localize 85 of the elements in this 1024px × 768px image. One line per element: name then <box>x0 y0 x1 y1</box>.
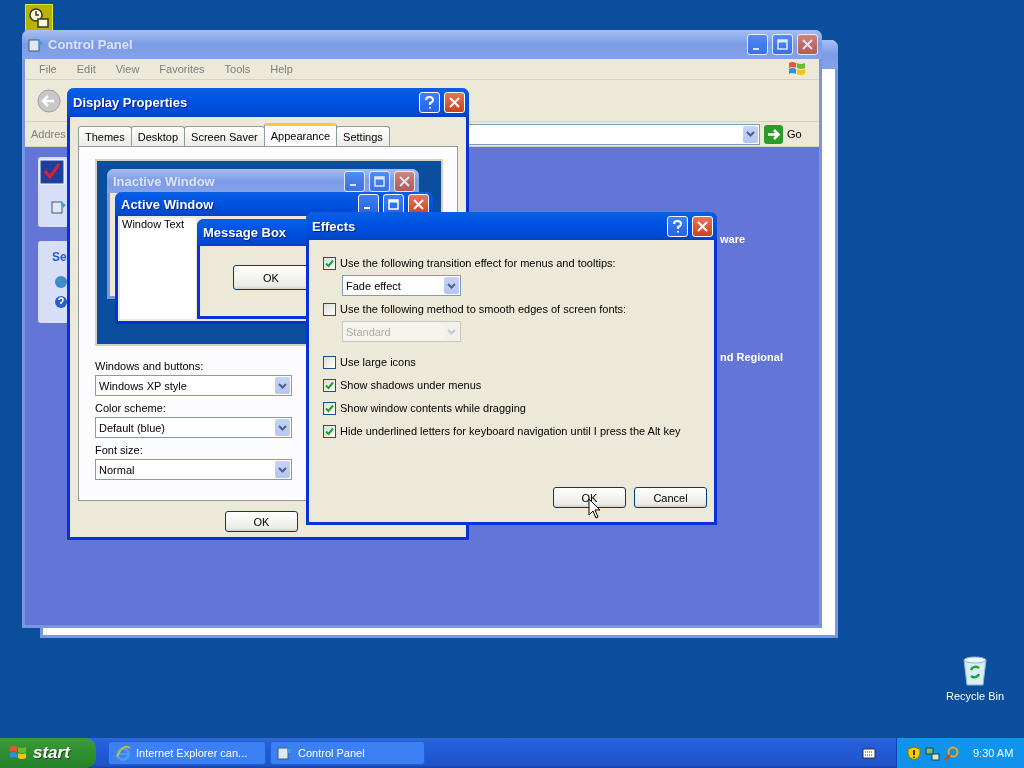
tab[interactable]: Appearance <box>263 123 338 146</box>
minimize-button[interactable] <box>344 170 365 192</box>
checkbox[interactable] <box>323 401 336 415</box>
windows-logo-icon <box>787 60 807 78</box>
keyboard-icon[interactable] <box>862 747 876 759</box>
ok-button[interactable]: OK <box>233 265 309 290</box>
checklist-icon <box>39 157 67 187</box>
sidebar-heading: Se <box>52 250 67 264</box>
control-panel-icon <box>51 199 67 215</box>
window-title: Message Box <box>203 225 287 240</box>
tab[interactable]: Screen Saver <box>184 126 265 146</box>
clock: 9:30 AM <box>973 747 1014 759</box>
cancel-button[interactable]: Cancel <box>634 487 707 508</box>
minimize-icon <box>349 184 356 186</box>
help-icon <box>54 295 68 309</box>
field-label: Font size: <box>95 444 143 456</box>
close-icon <box>697 220 708 232</box>
field-label: Windows and buttons: <box>95 360 204 372</box>
window-title: Display Properties <box>73 95 188 110</box>
address-label: Addres <box>31 128 67 140</box>
maximize-button[interactable] <box>369 170 390 192</box>
checkbox-label: Use the following transition effect for menus and tooltips: <box>340 257 616 269</box>
minimize-icon <box>752 47 759 50</box>
dropdown[interactable]: Fade effect <box>342 275 461 296</box>
help-button[interactable] <box>667 215 688 237</box>
question-mark-icon <box>673 219 682 233</box>
globe-icon <box>54 275 68 289</box>
taskbar-button[interactable]: Internet Explorer can... <box>108 741 266 765</box>
shield-icon[interactable] <box>907 745 921 761</box>
minimize-button[interactable] <box>358 193 379 215</box>
maximize-button[interactable] <box>772 34 793 55</box>
control-panel-icon <box>277 745 293 761</box>
recycle-bin-icon[interactable] <box>961 656 989 686</box>
close-icon <box>449 97 460 108</box>
close-button[interactable] <box>444 92 465 113</box>
network-icon[interactable] <box>925 745 940 761</box>
control-panel-icon <box>28 36 44 53</box>
minimize-icon <box>363 207 370 209</box>
checkbox[interactable] <box>323 424 336 438</box>
close-icon <box>802 39 813 50</box>
close-icon <box>413 198 424 210</box>
maximize-button[interactable] <box>383 193 404 215</box>
close-button[interactable] <box>797 34 818 55</box>
checkbox-label: Use the following method to smooth edges of screen fonts: <box>340 303 627 315</box>
checkbox[interactable] <box>323 378 336 392</box>
minimize-button[interactable] <box>747 34 768 55</box>
ok-button[interactable]: OK <box>225 511 298 532</box>
checkbox[interactable] <box>323 256 336 270</box>
help-button[interactable] <box>419 92 440 113</box>
window-title: Control Panel <box>48 37 133 52</box>
maximize-icon <box>388 198 399 210</box>
category-link[interactable]: ware <box>720 233 746 245</box>
go-label[interactable]: Go <box>787 128 815 140</box>
desktop-icon-label: Recycle Bin <box>945 690 1005 702</box>
maximize-icon <box>374 175 385 187</box>
tab[interactable]: Desktop <box>130 126 186 146</box>
window-title: Effects <box>312 218 356 234</box>
window-text: Window Text <box>121 218 185 230</box>
maximize-icon <box>777 39 788 50</box>
taskbar-button[interactable]: Control Panel <box>270 741 425 765</box>
checkbox[interactable] <box>323 355 336 369</box>
browser-icon <box>115 745 131 761</box>
dropdown[interactable]: Normal <box>95 459 292 480</box>
dropdown[interactable]: Default (blue) <box>95 417 292 438</box>
tab[interactable]: Settings <box>336 126 390 146</box>
tab[interactable]: Themes <box>78 126 132 146</box>
windows-logo-icon <box>8 744 28 762</box>
close-icon <box>399 175 410 187</box>
checkbox-label: Hide underlined letters for keyboard navigation until I press the Alt key <box>340 425 681 437</box>
checkbox-label: Show window contents while dragging <box>340 402 526 414</box>
close-button[interactable] <box>394 170 415 192</box>
start-button[interactable]: start <box>0 738 96 768</box>
checkbox[interactable] <box>323 302 336 316</box>
desktop-shortcut-icon[interactable] <box>25 4 53 32</box>
close-button[interactable] <box>692 215 713 237</box>
ok-button[interactable]: OK <box>553 487 626 508</box>
window-title: Inactive Window <box>113 173 215 189</box>
field-label: Color scheme: <box>95 402 166 414</box>
close-button[interactable] <box>408 193 429 215</box>
checkbox-label: Show shadows under menus <box>340 379 482 391</box>
dropdown[interactable]: Windows XP style <box>95 375 292 396</box>
window-title: Active Window <box>121 196 214 212</box>
category-link[interactable]: nd Regional <box>720 351 783 363</box>
checkbox-label: Use large icons <box>340 356 416 368</box>
question-mark-icon <box>425 96 434 109</box>
